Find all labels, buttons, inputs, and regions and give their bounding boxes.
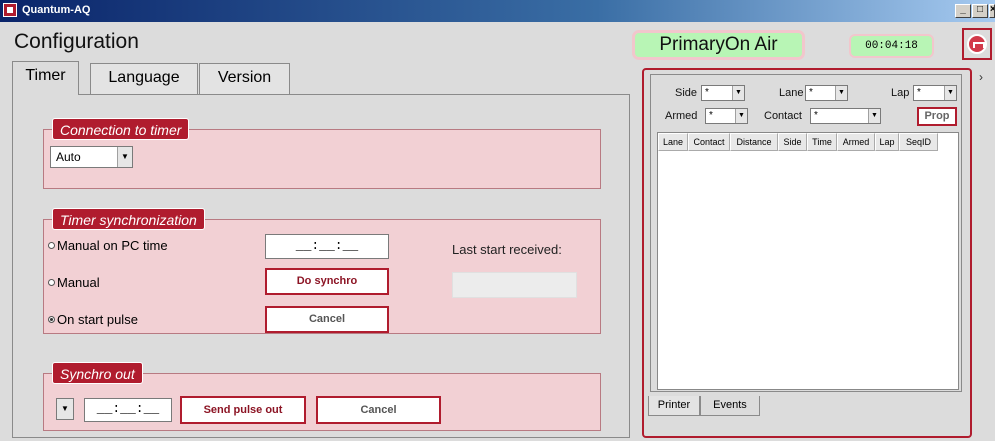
armed-filter-select[interactable]: * ▼	[705, 108, 748, 124]
do-synchro-button[interactable]: Do synchro	[265, 268, 389, 295]
maximize-button[interactable]: □	[972, 4, 988, 18]
window-title: Quantum-AQ	[22, 4, 91, 16]
sync-time-input[interactable]: __:__:__	[265, 234, 389, 259]
chevron-down-icon[interactable]: ▼	[944, 86, 956, 100]
column-header[interactable]: Contact	[688, 133, 730, 151]
sync-cancel-button[interactable]: Cancel	[265, 306, 389, 333]
events-frame: Side * ▼ Lane * ▼ Lap * ▼ Armed * ▼ Cont…	[650, 74, 962, 392]
chevron-down-icon[interactable]: ▼	[732, 86, 744, 100]
radio-label: On start pulse	[57, 312, 138, 327]
synchro-out-select[interactable]: ▼	[56, 398, 74, 420]
chevron-down-icon[interactable]: ▼	[57, 399, 73, 419]
radio-label: Manual	[57, 275, 100, 290]
radio-icon	[48, 242, 55, 250]
radio-checked-icon	[48, 316, 55, 324]
side-filter-value: *	[705, 87, 709, 98]
synchro-out-group: Synchro out ▼ __:__:__ Send pulse out Ca…	[43, 362, 601, 431]
disconnect-button[interactable]	[962, 28, 992, 60]
column-header[interactable]: Lap	[875, 133, 899, 151]
column-header[interactable]: Side	[778, 133, 807, 151]
lap-filter-value: *	[917, 87, 921, 98]
column-header[interactable]: Lane	[658, 133, 688, 151]
timer-tab-panel: Connection to timer Auto ▼ Timer synchro…	[12, 94, 630, 438]
close-button[interactable]: ×	[989, 4, 995, 18]
radio-label: Manual on PC time	[57, 238, 168, 253]
last-start-label: Last start received:	[452, 242, 562, 257]
client-area: Configuration PrimaryOn Air 00:04:18 › T…	[0, 22, 995, 441]
lane-label: Lane	[779, 87, 804, 99]
tab-language[interactable]: Language	[90, 63, 198, 95]
chevron-down-icon[interactable]: ▼	[735, 109, 747, 123]
lap-filter-select[interactable]: * ▼	[913, 85, 957, 101]
synchro-out-time-input[interactable]: __:__:__	[84, 398, 172, 422]
tab-printer[interactable]: Printer	[648, 396, 700, 416]
tab-timer[interactable]: Timer	[12, 61, 79, 95]
page-title: Configuration	[14, 30, 139, 53]
status-badge: PrimaryOn Air	[632, 30, 805, 60]
clock-display: 00:04:18	[849, 34, 934, 58]
synchro-out-caption: Synchro out	[52, 362, 143, 384]
column-header[interactable]: Armed	[837, 133, 875, 151]
synchro-out-cancel-button[interactable]: Cancel	[316, 396, 441, 424]
lane-filter-value: *	[809, 87, 813, 98]
contact-filter-select[interactable]: * ▼	[810, 108, 881, 124]
chevron-down-icon[interactable]: ▼	[835, 86, 847, 100]
last-start-value	[452, 272, 577, 298]
radio-manual[interactable]: Manual	[48, 275, 100, 290]
power-icon	[967, 34, 987, 54]
send-pulse-button[interactable]: Send pulse out	[180, 396, 306, 424]
window-titlebar[interactable]: Quantum-AQ _ □ ×	[0, 0, 995, 22]
chevron-right-icon[interactable]: ›	[979, 70, 983, 84]
tab-events[interactable]: Events	[700, 396, 760, 416]
column-header[interactable]: SeqID	[899, 133, 938, 151]
radio-on-start-pulse[interactable]: On start pulse	[48, 312, 138, 327]
armed-filter-value: *	[709, 110, 713, 121]
lap-label: Lap	[891, 87, 910, 99]
chevron-down-icon[interactable]: ▼	[868, 109, 880, 123]
armed-label: Armed	[665, 110, 698, 122]
lane-filter-select[interactable]: * ▼	[805, 85, 848, 101]
connection-caption: Connection to timer	[52, 118, 190, 140]
events-table[interactable]: Lane Contact Distance Side Time Armed La…	[657, 132, 959, 390]
connection-group: Connection to timer Auto ▼	[43, 118, 601, 189]
contact-label: Contact	[764, 110, 802, 122]
side-label: Side	[675, 87, 698, 99]
sync-group: Timer synchronization Manual on PC time …	[43, 208, 601, 334]
events-table-header: Lane Contact Distance Side Time Armed La…	[658, 133, 938, 151]
column-header[interactable]: Time	[807, 133, 837, 151]
sync-caption: Timer synchronization	[52, 208, 205, 230]
radio-manual-pc-time[interactable]: Manual on PC time	[48, 238, 168, 253]
contact-filter-value: *	[814, 110, 818, 121]
side-filter-select[interactable]: * ▼	[701, 85, 745, 101]
events-panel: Side * ▼ Lane * ▼ Lap * ▼ Armed * ▼ Cont…	[642, 68, 972, 438]
chevron-down-icon[interactable]: ▼	[117, 147, 132, 167]
minimize-button[interactable]: _	[955, 4, 971, 18]
app-icon	[3, 3, 17, 17]
tab-version[interactable]: Version	[199, 63, 290, 95]
connection-mode-select[interactable]: Auto ▼	[50, 146, 133, 168]
column-header[interactable]: Distance	[730, 133, 778, 151]
prop-button[interactable]: Prop	[917, 107, 957, 126]
connection-mode-value: Auto	[56, 150, 81, 164]
radio-icon	[48, 279, 55, 287]
